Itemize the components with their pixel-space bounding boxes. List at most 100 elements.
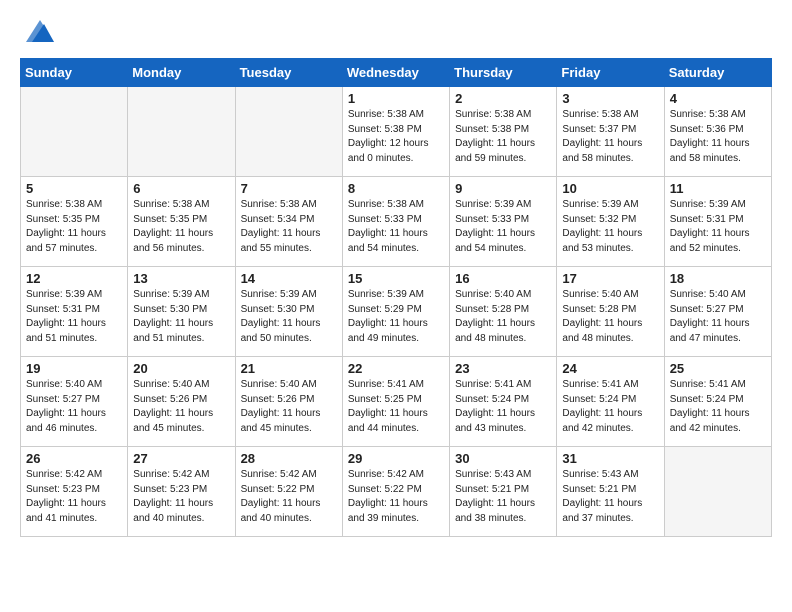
calendar-cell: 14 Sunrise: 5:39 AM Sunset: 5:30 PM Dayli… [235,267,342,357]
calendar-cell: 22 Sunrise: 5:41 AM Sunset: 5:25 PM Dayli… [342,357,449,447]
day-number: 6 [133,181,229,196]
calendar-cell: 29 Sunrise: 5:42 AM Sunset: 5:22 PM Dayli… [342,447,449,537]
calendar-cell: 26Sunrise: 5:42 AM Sunset: 5:23 PM Dayli… [21,447,128,537]
day-number: 1 [348,91,444,106]
calendar-cell: 13 Sunrise: 5:39 AM Sunset: 5:30 PM Dayli… [128,267,235,357]
day-number: 15 [348,271,444,286]
calendar-cell: 18 Sunrise: 5:40 AM Sunset: 5:27 PM Dayli… [664,267,771,357]
day-info: Sunrise: 5:42 AM Sunset: 5:23 PM Dayligh… [133,468,229,526]
col-header-sunday: Sunday [21,59,128,87]
day-info: Sunrise: 5:39 AM Sunset: 5:31 PM Dayligh… [26,288,122,346]
calendar-cell: 16Sunrise: 5:40 AM Sunset: 5:28 PM Dayli… [450,267,557,357]
day-info: Sunrise: 5:39 AM Sunset: 5:32 PM Dayligh… [562,198,658,256]
logo-icon [26,20,54,42]
day-number: 24 [562,361,658,376]
calendar-cell [128,87,235,177]
day-number: 20 [133,361,229,376]
calendar-cell: 19 Sunrise: 5:40 AM Sunset: 5:27 PM Dayli… [21,357,128,447]
day-info: Sunrise: 5:38 AM Sunset: 5:35 PM Dayligh… [26,198,122,256]
day-number: 31 [562,451,658,466]
day-info: Sunrise: 5:39 AM Sunset: 5:31 PM Dayligh… [670,198,766,256]
day-info: Sunrise: 5:43 AM Sunset: 5:21 PM Dayligh… [562,468,658,526]
calendar-cell [21,87,128,177]
calendar-cell: 3 Sunrise: 5:38 AM Sunset: 5:37 PM Daylig… [557,87,664,177]
col-header-saturday: Saturday [664,59,771,87]
col-header-thursday: Thursday [450,59,557,87]
day-info: Sunrise: 5:41 AM Sunset: 5:24 PM Dayligh… [670,378,766,436]
day-info: Sunrise: 5:41 AM Sunset: 5:24 PM Dayligh… [562,378,658,436]
day-info: Sunrise: 5:38 AM Sunset: 5:34 PM Dayligh… [241,198,337,256]
day-info: Sunrise: 5:40 AM Sunset: 5:28 PM Dayligh… [562,288,658,346]
day-number: 18 [670,271,766,286]
calendar-cell: 30 Sunrise: 5:43 AM Sunset: 5:21 PM Dayli… [450,447,557,537]
calendar-cell: 10 Sunrise: 5:39 AM Sunset: 5:32 PM Dayli… [557,177,664,267]
day-info: Sunrise: 5:38 AM Sunset: 5:33 PM Dayligh… [348,198,444,256]
col-header-wednesday: Wednesday [342,59,449,87]
calendar-cell: 7Sunrise: 5:38 AM Sunset: 5:34 PM Daylig… [235,177,342,267]
day-number: 10 [562,181,658,196]
day-number: 21 [241,361,337,376]
day-number: 14 [241,271,337,286]
day-number: 5 [26,181,122,196]
day-info: Sunrise: 5:40 AM Sunset: 5:27 PM Dayligh… [670,288,766,346]
day-info: Sunrise: 5:43 AM Sunset: 5:21 PM Dayligh… [455,468,551,526]
calendar-cell: 31 Sunrise: 5:43 AM Sunset: 5:21 PM Dayli… [557,447,664,537]
day-info: Sunrise: 5:40 AM Sunset: 5:26 PM Dayligh… [133,378,229,436]
day-number: 3 [562,91,658,106]
col-header-monday: Monday [128,59,235,87]
day-info: Sunrise: 5:42 AM Sunset: 5:22 PM Dayligh… [348,468,444,526]
day-info: Sunrise: 5:40 AM Sunset: 5:28 PM Dayligh… [455,288,551,346]
calendar-cell [235,87,342,177]
calendar-cell: 11 Sunrise: 5:39 AM Sunset: 5:31 PM Dayli… [664,177,771,267]
calendar-table: SundayMondayTuesdayWednesdayThursdayFrid… [20,58,772,537]
week-row-2: 5 Sunrise: 5:38 AM Sunset: 5:35 PM Daylig… [21,177,772,267]
calendar-cell: 6Sunrise: 5:38 AM Sunset: 5:35 PM Daylig… [128,177,235,267]
calendar-cell: 20 Sunrise: 5:40 AM Sunset: 5:26 PM Dayli… [128,357,235,447]
day-number: 22 [348,361,444,376]
day-info: Sunrise: 5:41 AM Sunset: 5:25 PM Dayligh… [348,378,444,436]
week-row-4: 19 Sunrise: 5:40 AM Sunset: 5:27 PM Dayli… [21,357,772,447]
day-number: 19 [26,361,122,376]
day-info: Sunrise: 5:42 AM Sunset: 5:22 PM Dayligh… [241,468,337,526]
day-number: 11 [670,181,766,196]
col-header-tuesday: Tuesday [235,59,342,87]
day-info: Sunrise: 5:39 AM Sunset: 5:30 PM Dayligh… [133,288,229,346]
day-info: Sunrise: 5:39 AM Sunset: 5:30 PM Dayligh… [241,288,337,346]
week-row-5: 26 Sunrise: 5:42 AM Sunset: 5:23 PM Dayli… [21,447,772,537]
day-number: 25 [670,361,766,376]
calendar-cell: 24 Sunrise: 5:41 AM Sunset: 5:24 PM Dayli… [557,357,664,447]
day-info: Sunrise: 5:41 AM Sunset: 5:24 PM Dayligh… [455,378,551,436]
day-number: 9 [455,181,551,196]
day-info: Sunrise: 5:40 AM Sunset: 5:27 PM Dayligh… [26,378,122,436]
week-row-1: 1 Sunrise: 5:38 AM Sunset: 5:38 PM Daylig… [21,87,772,177]
day-number: 17 [562,271,658,286]
calendar-cell: 12 Sunrise: 5:39 AM Sunset: 5:31 PM Dayli… [21,267,128,357]
calendar-cell: 2 Sunrise: 5:38 AM Sunset: 5:38 PM Daylig… [450,87,557,177]
day-number: 4 [670,91,766,106]
calendar-cell: 27 Sunrise: 5:42 AM Sunset: 5:23 PM Dayli… [128,447,235,537]
calendar-cell: 23Sunrise: 5:41 AM Sunset: 5:24 PM Dayli… [450,357,557,447]
calendar-cell: 25 Sunrise: 5:41 AM Sunset: 5:24 PM Dayli… [664,357,771,447]
day-number: 30 [455,451,551,466]
day-number: 26 [26,451,122,466]
logo [20,20,62,42]
day-number: 13 [133,271,229,286]
day-info: Sunrise: 5:38 AM Sunset: 5:37 PM Dayligh… [562,108,658,166]
day-number: 27 [133,451,229,466]
day-info: Sunrise: 5:38 AM Sunset: 5:36 PM Dayligh… [670,108,766,166]
day-info: Sunrise: 5:38 AM Sunset: 5:38 PM Dayligh… [348,108,444,166]
week-row-3: 12 Sunrise: 5:39 AM Sunset: 5:31 PM Dayli… [21,267,772,357]
day-number: 2 [455,91,551,106]
calendar-cell: 4 Sunrise: 5:38 AM Sunset: 5:36 PM Daylig… [664,87,771,177]
calendar-cell: 5 Sunrise: 5:38 AM Sunset: 5:35 PM Daylig… [21,177,128,267]
calendar-cell [664,447,771,537]
day-number: 12 [26,271,122,286]
calendar-cell: 8 Sunrise: 5:38 AM Sunset: 5:33 PM Daylig… [342,177,449,267]
day-number: 8 [348,181,444,196]
day-info: Sunrise: 5:38 AM Sunset: 5:38 PM Dayligh… [455,108,551,166]
day-number: 29 [348,451,444,466]
calendar-cell: 21 Sunrise: 5:40 AM Sunset: 5:26 PM Dayli… [235,357,342,447]
col-header-friday: Friday [557,59,664,87]
day-info: Sunrise: 5:40 AM Sunset: 5:26 PM Dayligh… [241,378,337,436]
calendar-cell: 9Sunrise: 5:39 AM Sunset: 5:33 PM Daylig… [450,177,557,267]
